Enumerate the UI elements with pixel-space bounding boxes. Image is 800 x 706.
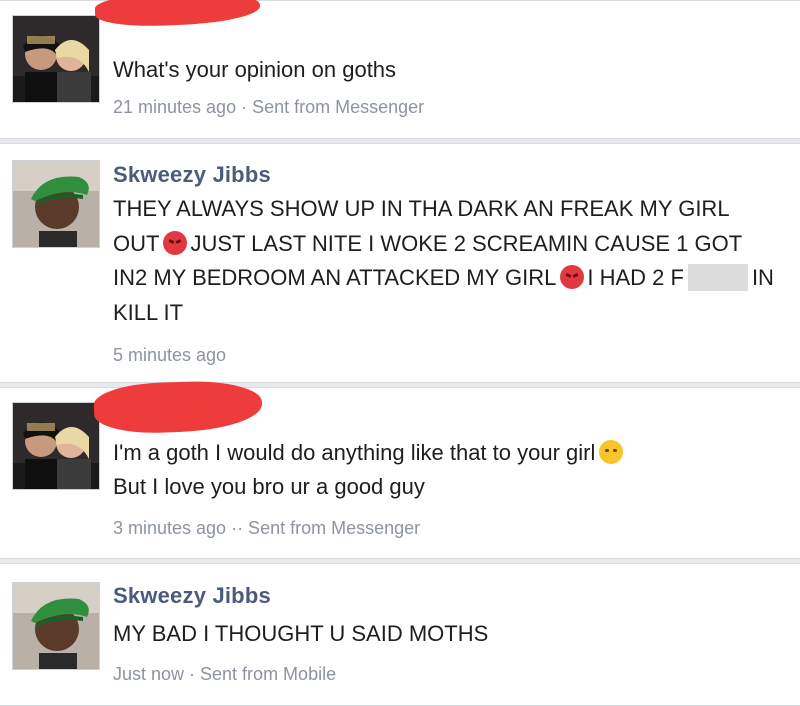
redaction-mark (94, 0, 261, 28)
timestamp: Just now · Sent from Mobile (113, 664, 337, 684)
message-text: MY BAD I THOUGHT U SAID MOTHS (113, 621, 489, 646)
cap-man-avatar-icon (13, 161, 99, 247)
author-name[interactable]: Skweezy Jibbs (113, 162, 271, 188)
cap-man-avatar-icon (13, 583, 99, 669)
sad-face-icon (599, 440, 624, 464)
couple-selfie-avatar-icon (13, 16, 99, 102)
author-name[interactable]: Skweezy Jibbs (113, 583, 271, 609)
timestamp: 5 minutes ago (113, 345, 227, 365)
angry-face-icon (560, 265, 585, 289)
timestamp: 21 minutes ago · Sent from Messenger (113, 97, 425, 117)
avatar[interactable] (12, 402, 100, 490)
comment-card: What's your opinion on goths 21 minutes … (0, 0, 800, 139)
angry-face-icon (163, 230, 188, 255)
message-text: I'm a goth I would do anything like that… (113, 436, 780, 504)
message-text: THEY ALWAYS SHOW UP IN THA DARK AN FREAK… (113, 192, 780, 330)
censor-box (687, 264, 748, 291)
couple-selfie-avatar-icon (13, 403, 99, 489)
redaction-mark (93, 379, 263, 435)
timestamp: 3 minutes ago ·· Sent from Messenger (113, 518, 421, 538)
avatar[interactable] (12, 160, 100, 248)
message-segment: I'm a goth I would do anything like that… (113, 440, 596, 465)
message-segment: But I love you bro ur a good guy (113, 474, 425, 499)
message-text: What's your opinion on goths (113, 57, 397, 82)
message-segment: I HAD 2 F (587, 265, 684, 290)
comment-card: Skweezy Jibbs THEY ALWAYS SHOW UP IN THA… (0, 143, 800, 383)
comment-card: Skweezy Jibbs MY BAD I THOUGHT U SAID MO… (0, 563, 800, 706)
comment-card: I'm a goth I would do anything like that… (0, 379, 800, 559)
avatar[interactable] (12, 582, 100, 670)
avatar[interactable] (12, 15, 100, 103)
